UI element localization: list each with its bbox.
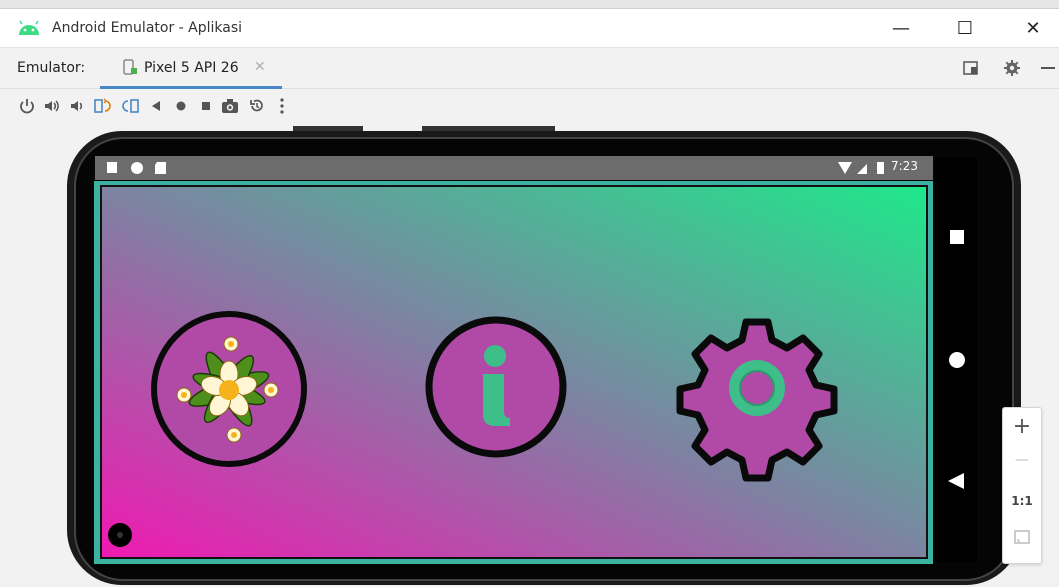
flower-app-icon[interactable]: [151, 311, 307, 467]
emulator-toolbar: [0, 89, 1059, 123]
volume-up-icon[interactable]: [41, 95, 63, 117]
battery-icon: [877, 162, 884, 174]
sd-card-icon: [155, 162, 166, 174]
nav-overview-button[interactable]: [950, 230, 964, 244]
nav-home-button[interactable]: [949, 352, 965, 368]
zoom-panel: + — 1:1: [1002, 407, 1042, 564]
frame-notch: [293, 126, 363, 131]
screen-top-edge: [0, 0, 1059, 9]
settings-gear-icon[interactable]: [1003, 59, 1021, 77]
zoom-out-button[interactable]: —: [1003, 452, 1041, 468]
fit-screen-icon[interactable]: [1014, 530, 1030, 544]
status-notification-icon: [107, 162, 117, 173]
emulator-label: Emulator:: [17, 60, 86, 76]
device-frame: [67, 126, 1021, 585]
zoom-actual-size-button[interactable]: 1:1: [1003, 494, 1041, 508]
back-icon[interactable]: [145, 95, 167, 117]
rotate-right-icon[interactable]: [119, 95, 141, 117]
status-bar: [95, 156, 933, 180]
tab-pixel-5[interactable]: Pixel 5 API 26 ✕: [100, 48, 282, 89]
volume-down-icon[interactable]: [66, 95, 88, 117]
status-circle-icon: [131, 162, 143, 174]
front-camera-lens: [117, 532, 123, 538]
screenshot-icon[interactable]: [219, 95, 241, 117]
snapshot-icon[interactable]: [246, 95, 268, 117]
maximize-button[interactable]: ☐: [942, 11, 988, 45]
layout-icon[interactable]: [962, 59, 980, 77]
tab-label: Pixel 5 API 26: [144, 60, 239, 76]
emulator-stage: + — 1:1 7:23: [0, 124, 1059, 587]
frame-notch: [422, 126, 555, 131]
info-app-icon[interactable]: [425, 316, 567, 458]
close-window-button[interactable]: ✕: [1010, 11, 1056, 45]
minimize-button[interactable]: —: [878, 11, 924, 45]
settings-app-icon[interactable]: [676, 318, 838, 482]
device-icon: [123, 59, 137, 75]
status-time: 7:23: [891, 159, 918, 173]
zoom-in-button[interactable]: +: [1003, 414, 1041, 439]
more-icon[interactable]: [271, 95, 293, 117]
tab-close-icon[interactable]: ✕: [254, 59, 266, 75]
window-titlebar: Android Emulator - Aplikasi — ☐ ✕: [0, 9, 1059, 48]
window-title: Android Emulator - Aplikasi: [52, 20, 243, 36]
rotate-left-icon[interactable]: [92, 95, 114, 117]
home-icon[interactable]: [170, 95, 192, 117]
hide-panel-icon[interactable]: [1039, 59, 1057, 77]
overview-icon[interactable]: [195, 95, 217, 117]
android-logo-icon: [19, 20, 39, 35]
emulator-tabs: Emulator: Pixel 5 API 26 ✕: [0, 48, 1059, 89]
power-icon[interactable]: [16, 95, 38, 117]
